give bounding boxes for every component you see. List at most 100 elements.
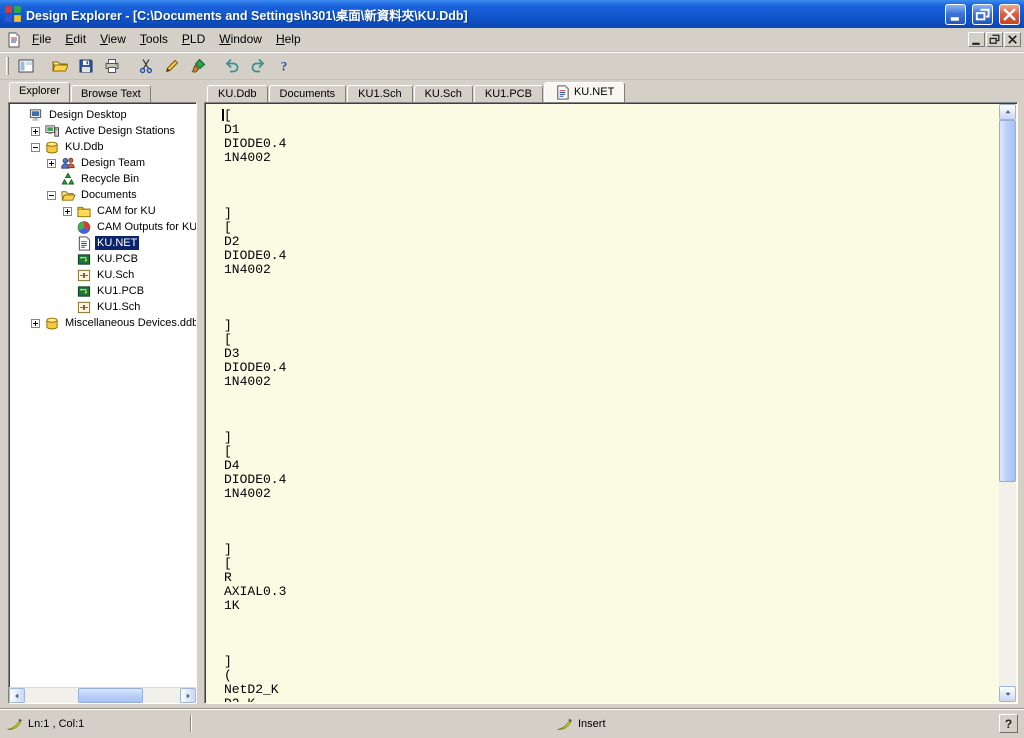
tree-item-active-design-stations[interactable]: Active Design Stations — [11, 123, 196, 139]
toolbar-buttons: ? — [14, 55, 306, 77]
doc-tab-ku1-sch[interactable]: KU1.Sch — [347, 85, 412, 102]
pencil-button[interactable] — [160, 55, 184, 77]
scroll-down-button[interactable] — [999, 686, 1016, 702]
tree-item-label: KU.PCB — [95, 252, 140, 266]
tree-item-label: KU.Sch — [95, 268, 136, 282]
tree-item-ku-ddb[interactable]: KU.Ddb — [11, 139, 196, 155]
mdi-close-button[interactable] — [1004, 32, 1021, 47]
status-bar: Ln:1 , Col:1 Insert ? — [0, 708, 1024, 738]
document-tabs: KU.Ddb Documents KU1.Sch KU.Sch KU1.PCBKU.NE… — [204, 82, 1018, 102]
tree-items: Design DesktopActive Design StationsKU.D… — [11, 107, 196, 331]
cut-icon — [138, 58, 154, 74]
redo-icon — [250, 58, 266, 74]
save-icon — [78, 58, 94, 74]
doc-tab-label: KU.Sch — [425, 88, 462, 100]
tree-hscrollbar[interactable] — [9, 687, 196, 703]
restore-button[interactable] — [972, 4, 993, 25]
tab-browse-text[interactable]: Browse Text — [71, 85, 151, 102]
minimize-button[interactable] — [945, 4, 966, 25]
menu-edit[interactable]: Edit — [58, 29, 93, 50]
undo-button[interactable] — [220, 55, 244, 77]
pcb-icon — [76, 284, 92, 299]
menu-tools[interactable]: Tools — [133, 29, 175, 50]
doc-tab-ku1-pcb[interactable]: KU1.PCB — [474, 85, 543, 102]
vscroll-thumb[interactable] — [999, 120, 1016, 482]
doc-tab-ku-ddb[interactable]: KU.Ddb — [207, 85, 268, 102]
close-button[interactable] — [999, 4, 1020, 25]
cursor-position-panel: Ln:1 , Col:1 — [6, 716, 184, 732]
cam-icon — [76, 220, 92, 235]
folder-icon — [76, 204, 92, 219]
net-icon — [555, 85, 570, 100]
tree-item-label: Recycle Bin — [79, 172, 141, 186]
tab-explorer[interactable]: Explorer — [9, 82, 70, 102]
design-manager-button[interactable] — [14, 55, 38, 77]
stations-icon — [44, 124, 60, 139]
expand-box[interactable] — [63, 207, 72, 216]
expand-box[interactable] — [31, 319, 40, 328]
hscroll-track[interactable] — [25, 688, 180, 703]
tree-item-label: KU.Ddb — [63, 140, 106, 154]
tree-item-label: KU.NET — [95, 236, 139, 250]
expand-box[interactable] — [31, 127, 40, 136]
doc-tab-ku-sch[interactable]: KU.Sch — [414, 85, 473, 102]
cursor-position: Ln:1 , Col:1 — [28, 718, 84, 730]
insert-mode-panel: Insert — [556, 716, 606, 732]
open-document-button[interactable] — [48, 55, 72, 77]
collapse-box[interactable] — [31, 143, 40, 152]
redo-button[interactable] — [246, 55, 270, 77]
doc-tab-label: KU.Ddb — [218, 88, 257, 100]
tree-item-ku-sch[interactable]: KU.Sch — [11, 267, 196, 283]
vscroll-track[interactable] — [999, 120, 1016, 686]
tree-item-design-desktop[interactable]: Design Desktop — [11, 107, 196, 123]
arrow-left-icon — [12, 691, 22, 701]
tree-item-cam-outputs-for-ku[interactable]: CAM Outputs for KU — [11, 219, 196, 235]
hscroll-thumb[interactable] — [78, 688, 143, 703]
doc-tab-documents[interactable]: Documents — [269, 85, 347, 102]
tree-item-cam-for-ku[interactable]: CAM for KU — [11, 203, 196, 219]
pcb-icon — [76, 252, 92, 267]
doc-tab-ku-net[interactable]: KU.NET — [544, 82, 625, 102]
scroll-left-button[interactable] — [9, 688, 25, 703]
cut-button[interactable] — [134, 55, 158, 77]
sch-icon — [76, 300, 92, 315]
tree-item-label: Documents — [79, 188, 139, 202]
tree-item-ku-pcb[interactable]: KU.PCB — [11, 251, 196, 267]
protel-logo-icon — [4, 5, 22, 23]
document-icon — [6, 32, 22, 48]
doc-tab-label: KU1.Sch — [358, 88, 401, 100]
folder-open-icon — [60, 188, 76, 203]
netlist-text[interactable]: [ D1 DIODE0.4 1N4002 ] [ D2 DIODE0.4 1N4… — [206, 104, 998, 702]
tree-item-ku1-pcb[interactable]: KU1.PCB — [11, 283, 196, 299]
tree-item-miscellaneous-devices-ddb[interactable]: Miscellaneous Devices.ddb — [11, 315, 196, 331]
tree-item-label: CAM Outputs for KU — [95, 220, 197, 234]
paintbrush-button[interactable] — [186, 55, 210, 77]
print-button[interactable] — [100, 55, 124, 77]
help-button[interactable]: ? — [272, 55, 296, 77]
scroll-up-button[interactable] — [999, 104, 1016, 120]
menu-file[interactable]: File — [25, 29, 58, 50]
menu-pld[interactable]: PLD — [175, 29, 212, 50]
tree-item-recycle-bin[interactable]: Recycle Bin — [11, 171, 196, 187]
main-area: ExplorerBrowse Text Design DesktopActive… — [0, 80, 1024, 708]
menu-help[interactable]: Help — [269, 29, 308, 50]
mdi-minimize-icon — [969, 32, 984, 47]
save-button[interactable] — [74, 55, 98, 77]
help-button[interactable]: ? — [999, 714, 1018, 733]
scroll-right-button[interactable] — [180, 688, 196, 703]
expand-box[interactable] — [47, 159, 56, 168]
menu-view[interactable]: View — [93, 29, 133, 50]
close-icon — [1000, 5, 1019, 24]
tree-item-ku1-sch[interactable]: KU1.Sch — [11, 299, 196, 315]
status-separator — [190, 715, 192, 732]
menu-window[interactable]: Window — [212, 29, 269, 50]
tree-item-ku-net[interactable]: KU.NET — [11, 235, 196, 251]
design-manager-icon — [18, 58, 34, 74]
collapse-box[interactable] — [47, 191, 56, 200]
mdi-restore-button[interactable] — [986, 32, 1003, 47]
tree-item-design-team[interactable]: Design Team — [11, 155, 196, 171]
editor-vscrollbar[interactable] — [999, 104, 1016, 702]
toolbar-group — [134, 55, 210, 77]
mdi-minimize-button[interactable] — [968, 32, 985, 47]
tree-item-documents[interactable]: Documents — [11, 187, 196, 203]
